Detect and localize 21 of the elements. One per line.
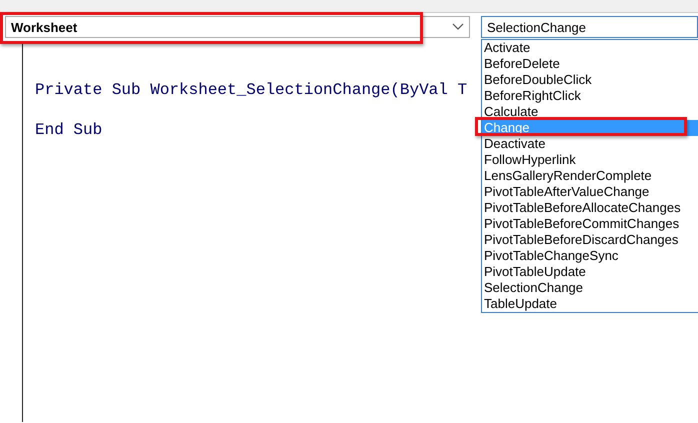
list-item[interactable]: Activate — [482, 40, 698, 56]
procedure-dropdown[interactable]: SelectionChange — [481, 16, 698, 38]
list-item[interactable]: PivotTableBeforeCommitChanges — [482, 216, 698, 232]
list-item[interactable]: Deactivate — [482, 136, 698, 152]
list-item[interactable]: LensGalleryRenderComplete — [482, 168, 698, 184]
list-item[interactable]: PivotTableUpdate — [482, 264, 698, 280]
chevron-down-icon — [452, 23, 464, 31]
list-item[interactable]: PivotTableBeforeDiscardChanges — [482, 232, 698, 248]
list-item[interactable]: FollowHyperlink — [482, 152, 698, 168]
code-line: Private Sub Worksheet_SelectionChange(ByVal T — [35, 81, 468, 99]
list-item[interactable]: PivotTableAfterValueChange — [482, 184, 698, 200]
list-item[interactable]: BeforeDelete — [482, 56, 698, 72]
list-item[interactable]: BeforeDoubleClick — [482, 72, 698, 88]
list-item[interactable]: TableUpdate — [482, 296, 698, 312]
list-item[interactable]: PivotTableBeforeAllocateChanges — [482, 200, 698, 216]
list-item[interactable]: BeforeRightClick — [482, 88, 698, 104]
list-item[interactable]: PivotTableChangeSync — [482, 248, 698, 264]
code-line: End Sub — [35, 121, 102, 139]
list-item[interactable]: SelectionChange — [482, 280, 698, 296]
object-dropdown[interactable]: Worksheet — [5, 16, 470, 38]
list-item[interactable]: Calculate — [482, 104, 698, 120]
